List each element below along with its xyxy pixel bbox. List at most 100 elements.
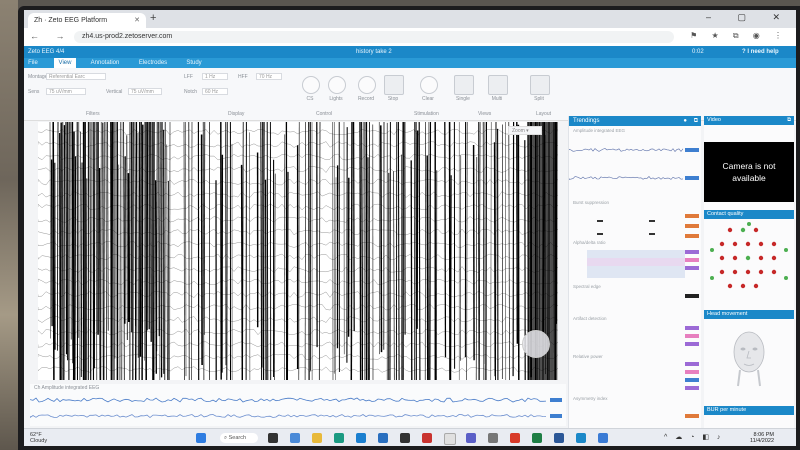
- outlook-icon[interactable]: [598, 433, 608, 443]
- split-label: Split: [534, 96, 544, 102]
- stop-button[interactable]: [384, 75, 404, 95]
- panel-expand-icon[interactable]: ⧉: [694, 116, 698, 126]
- zoom-overlay[interactable]: Zoom ▾: [508, 126, 542, 135]
- edge-icon[interactable]: [334, 433, 344, 443]
- trend-plot: [29, 397, 562, 419]
- trendings-panel: Trendings ● ⧉ Amplitude integrated EEG B…: [568, 116, 701, 428]
- group-label-layout: Layout: [536, 111, 552, 117]
- taskbar-clock[interactable]: 8:06 PM 11/4/2022: [750, 432, 774, 444]
- excel-icon[interactable]: [532, 433, 542, 443]
- section-relative-power: Relative power: [573, 354, 603, 359]
- header-status: 0:02: [692, 49, 704, 55]
- cs-label: CS: [306, 96, 314, 102]
- clear-button[interactable]: [420, 76, 438, 94]
- view-toolbar: Montage Referential Earc Sens 75 uV/mm V…: [24, 68, 796, 121]
- aeeg-trend-strip: Ch Amplitude integrated EEG: [29, 384, 566, 426]
- panel-settings-icon[interactable]: ●: [683, 116, 687, 126]
- teams-icon[interactable]: [466, 433, 476, 443]
- section-artifact: Artifact detection: [573, 316, 607, 321]
- eeg-waveform-area[interactable]: Zoom ▾: [37, 121, 559, 381]
- multi-view-button[interactable]: [488, 75, 508, 95]
- split-view-button[interactable]: [530, 75, 550, 95]
- word-icon[interactable]: [554, 433, 564, 443]
- window-controls[interactable]: – ▢ ✕: [706, 12, 792, 23]
- notch-label: Notch: [184, 89, 198, 95]
- right-panel: Video ⧉ Camera is not available Contact …: [704, 116, 794, 428]
- section-alpha-delta: Alpha/delta ratio: [573, 240, 606, 245]
- store-icon[interactable]: [356, 433, 366, 443]
- section-spectral-edge: Spectral edge: [573, 284, 601, 289]
- app-header: Zeto EEG 4/4 history take 2 0:02 ? I nee…: [24, 46, 796, 58]
- video-expand-icon[interactable]: ⧉: [787, 116, 791, 125]
- montage-select[interactable]: Referential Earc: [46, 73, 106, 80]
- mcafee-icon[interactable]: [422, 433, 432, 443]
- floating-action-button[interactable]: [522, 330, 550, 358]
- weather-widget[interactable]: 62°F Cloudy: [30, 432, 47, 444]
- clear-label: Clear: [422, 96, 434, 102]
- browser-toolbar: ← → ⟳ zh4.us-prod2.zetoserver.com ⚑ ★ ⧉ …: [24, 28, 796, 47]
- group-label-views: Views: [478, 111, 492, 117]
- group-label-display: Display: [228, 111, 245, 117]
- lff-label: LFF: [184, 74, 193, 80]
- group-label-control: Control: [316, 111, 333, 117]
- bur-header: BUR per minute: [704, 406, 794, 415]
- tab-title: Zh · Zeto EEG Platform: [34, 17, 108, 24]
- extension-icons[interactable]: ⚑ ★ ⧉ ◉ ⋮: [690, 31, 788, 41]
- lights-button[interactable]: [328, 76, 346, 94]
- menu-bar: File View Annotation Electrodes Study: [24, 58, 796, 68]
- close-tab-icon[interactable]: ✕: [134, 13, 140, 28]
- zeto-icon[interactable]: [576, 433, 586, 443]
- multi-label: Multi: [491, 96, 503, 102]
- sensitivity-select[interactable]: 75 uV/mm: [46, 88, 86, 95]
- screen: Zh · Zeto EEG Platform ✕ + – ▢ ✕ ← → ⟳ z…: [24, 10, 796, 446]
- section-asymmetry: Asymmetry index: [573, 396, 608, 401]
- dell-icon[interactable]: [400, 433, 410, 443]
- header-left: Zeto EEG 4/4: [28, 49, 65, 55]
- group-label-filters: Filters: [86, 111, 100, 117]
- office-icon[interactable]: [510, 433, 520, 443]
- single-view-button[interactable]: [454, 75, 474, 95]
- montage-label: Montage: [28, 74, 48, 80]
- eeg-waveform-plot: [37, 121, 559, 381]
- cs-button[interactable]: [302, 76, 320, 94]
- task-view-icon[interactable]: [268, 433, 278, 443]
- browser-tabbar: Zh · Zeto EEG Platform ✕ + – ▢ ✕: [24, 10, 796, 28]
- hff-select[interactable]: 70 Hz: [256, 73, 282, 80]
- record-label: Record: [357, 96, 375, 102]
- single-label: Single: [456, 96, 470, 102]
- url-text: zh4.us-prod2.zetoserver.com: [82, 33, 173, 40]
- help-button[interactable]: ? I need help: [742, 46, 779, 58]
- new-tab-icon[interactable]: +: [150, 12, 156, 24]
- lff-select[interactable]: 1 Hz: [202, 73, 228, 80]
- trendings-header: Trendings ● ⧉: [569, 116, 701, 126]
- address-bar[interactable]: zh4.us-prod2.zetoserver.com: [74, 31, 674, 43]
- mail-icon[interactable]: [378, 433, 388, 443]
- head-model-icon: [733, 331, 765, 387]
- notch-select[interactable]: 60 Hz: [202, 88, 228, 95]
- file-explorer-icon[interactable]: [312, 433, 322, 443]
- system-tray[interactable]: ^ ☁ ◔ ◧ ♪: [664, 433, 723, 441]
- start-icon[interactable]: [196, 433, 206, 443]
- menu-view[interactable]: View: [54, 58, 76, 68]
- record-button[interactable]: [358, 76, 376, 94]
- vertical-select[interactable]: 75 uV/mm: [128, 88, 162, 95]
- camera-message-line2: available: [732, 173, 766, 183]
- sensitivity-label: Sens: [28, 89, 40, 95]
- browser-tab[interactable]: Zh · Zeto EEG Platform ✕: [28, 13, 146, 28]
- camera-message-line1: Camera is not: [722, 161, 776, 171]
- trend-title: Ch Amplitude integrated EEG: [34, 385, 100, 391]
- menu-file[interactable]: File: [24, 58, 42, 68]
- electrode-contact-map: [710, 222, 788, 289]
- taskbar-search[interactable]: ⌕ Search: [220, 433, 258, 443]
- widgets-icon[interactable]: [290, 433, 300, 443]
- section-burst-suppression: Burst suppression: [573, 200, 610, 205]
- trendings-plots: [569, 148, 699, 418]
- menu-study[interactable]: Study: [182, 58, 206, 68]
- menu-annotation[interactable]: Annotation: [86, 58, 124, 68]
- app-icon[interactable]: [488, 433, 498, 443]
- study-title: history take 2: [356, 49, 392, 55]
- desktop-wallpaper: [0, 0, 18, 450]
- lights-label: Lights: [329, 96, 343, 102]
- chrome-icon[interactable]: [444, 433, 456, 445]
- menu-electrodes[interactable]: Electrodes: [134, 58, 172, 68]
